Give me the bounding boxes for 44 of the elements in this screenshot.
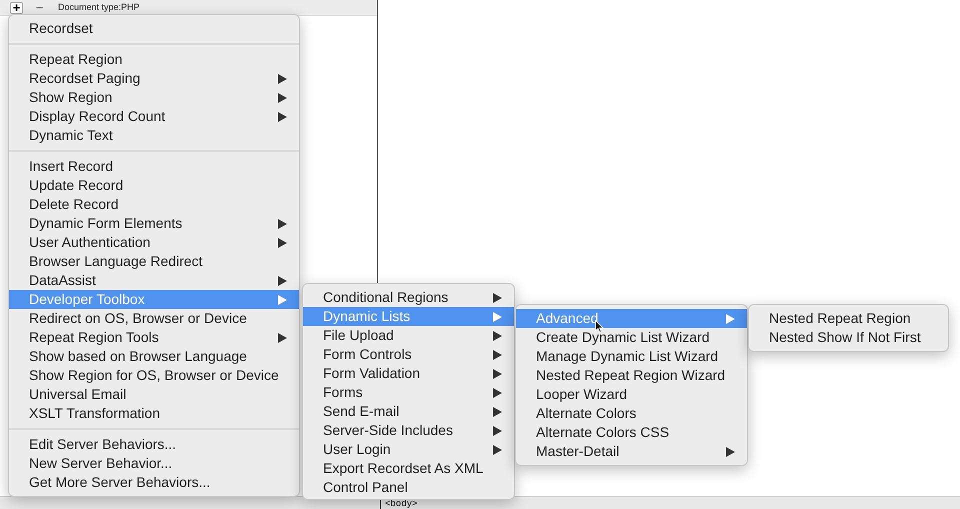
menu-item[interactable]: User Login [303,440,514,459]
menu-item[interactable]: Get More Server Behaviors... [9,473,299,492]
menu-item[interactable]: Nested Show If Not First [749,328,948,347]
menu-item[interactable]: Recordset Paging [9,69,299,88]
menu-item[interactable]: Show Region for OS, Browser or Device [9,366,299,385]
menu-item[interactable]: Form Validation [303,364,514,383]
menu-item[interactable]: Dynamic Text [9,126,299,145]
menu-item[interactable]: Show Region [9,88,299,107]
menu-item[interactable]: Recordset [9,19,299,38]
menu-item[interactable]: Looper Wizard [516,385,747,404]
menu-item[interactable]: Create Dynamic List Wizard [516,328,747,347]
menu-item[interactable]: Master-Detail [516,442,747,461]
menu-item[interactable]: Dynamic Form Elements [9,214,299,233]
menu-item[interactable]: Nested Repeat Region [749,309,948,328]
document-type-label: Document type:PHP [58,0,140,14]
menu-item[interactable]: New Server Behavior... [9,454,299,473]
menu-item[interactable]: Repeat Region Tools [9,328,299,347]
menu-item[interactable]: Display Record Count [9,107,299,126]
menu-item[interactable]: Export Recordset As XML [303,459,514,478]
remove-button[interactable]: − [33,2,46,14]
menu-item[interactable]: User Authentication [9,233,299,252]
menu-item[interactable]: DataAssist [9,271,299,290]
menu-item[interactable]: Delete Record [9,195,299,214]
menu-item[interactable]: Control Panel [303,478,514,497]
menu-item[interactable]: Nested Repeat Region Wizard [516,366,747,385]
menu-item[interactable]: Send E-mail [303,402,514,421]
menu-item[interactable]: Show based on Browser Language [9,347,299,366]
menu-item[interactable]: XSLT Transformation [9,404,299,423]
menu-item[interactable]: Form Controls [303,345,514,364]
add-button[interactable]: + [10,2,23,14]
menu-item[interactable]: Alternate Colors [516,404,747,423]
menu-item[interactable]: Browser Language Redirect [9,252,299,271]
menu-item[interactable]: Conditional Regions [303,288,514,307]
menu-item[interactable]: Update Record [9,176,299,195]
menu-item[interactable]: Insert Record [9,157,299,176]
menu-item[interactable]: File Upload [303,326,514,345]
menu-item[interactable]: Forms [303,383,514,402]
menu-item[interactable]: Manage Dynamic List Wizard [516,347,747,366]
menu-item[interactable]: Alternate Colors CSS [516,423,747,442]
menu-item[interactable]: Repeat Region [9,50,299,69]
menu-item[interactable]: Server-Side Includes [303,421,514,440]
menu-item[interactable]: Edit Server Behaviors... [9,435,299,454]
menu-item[interactable]: Universal Email [9,385,299,404]
menu-item[interactable]: Redirect on OS, Browser or Device [9,309,299,328]
